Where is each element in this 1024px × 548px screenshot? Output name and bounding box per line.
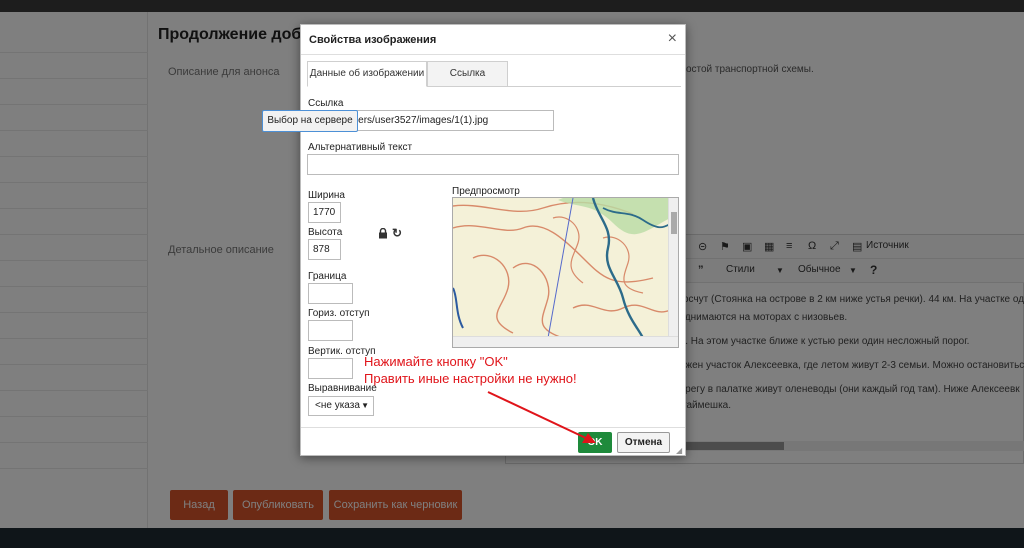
annotation-arrow bbox=[487, 391, 596, 443]
